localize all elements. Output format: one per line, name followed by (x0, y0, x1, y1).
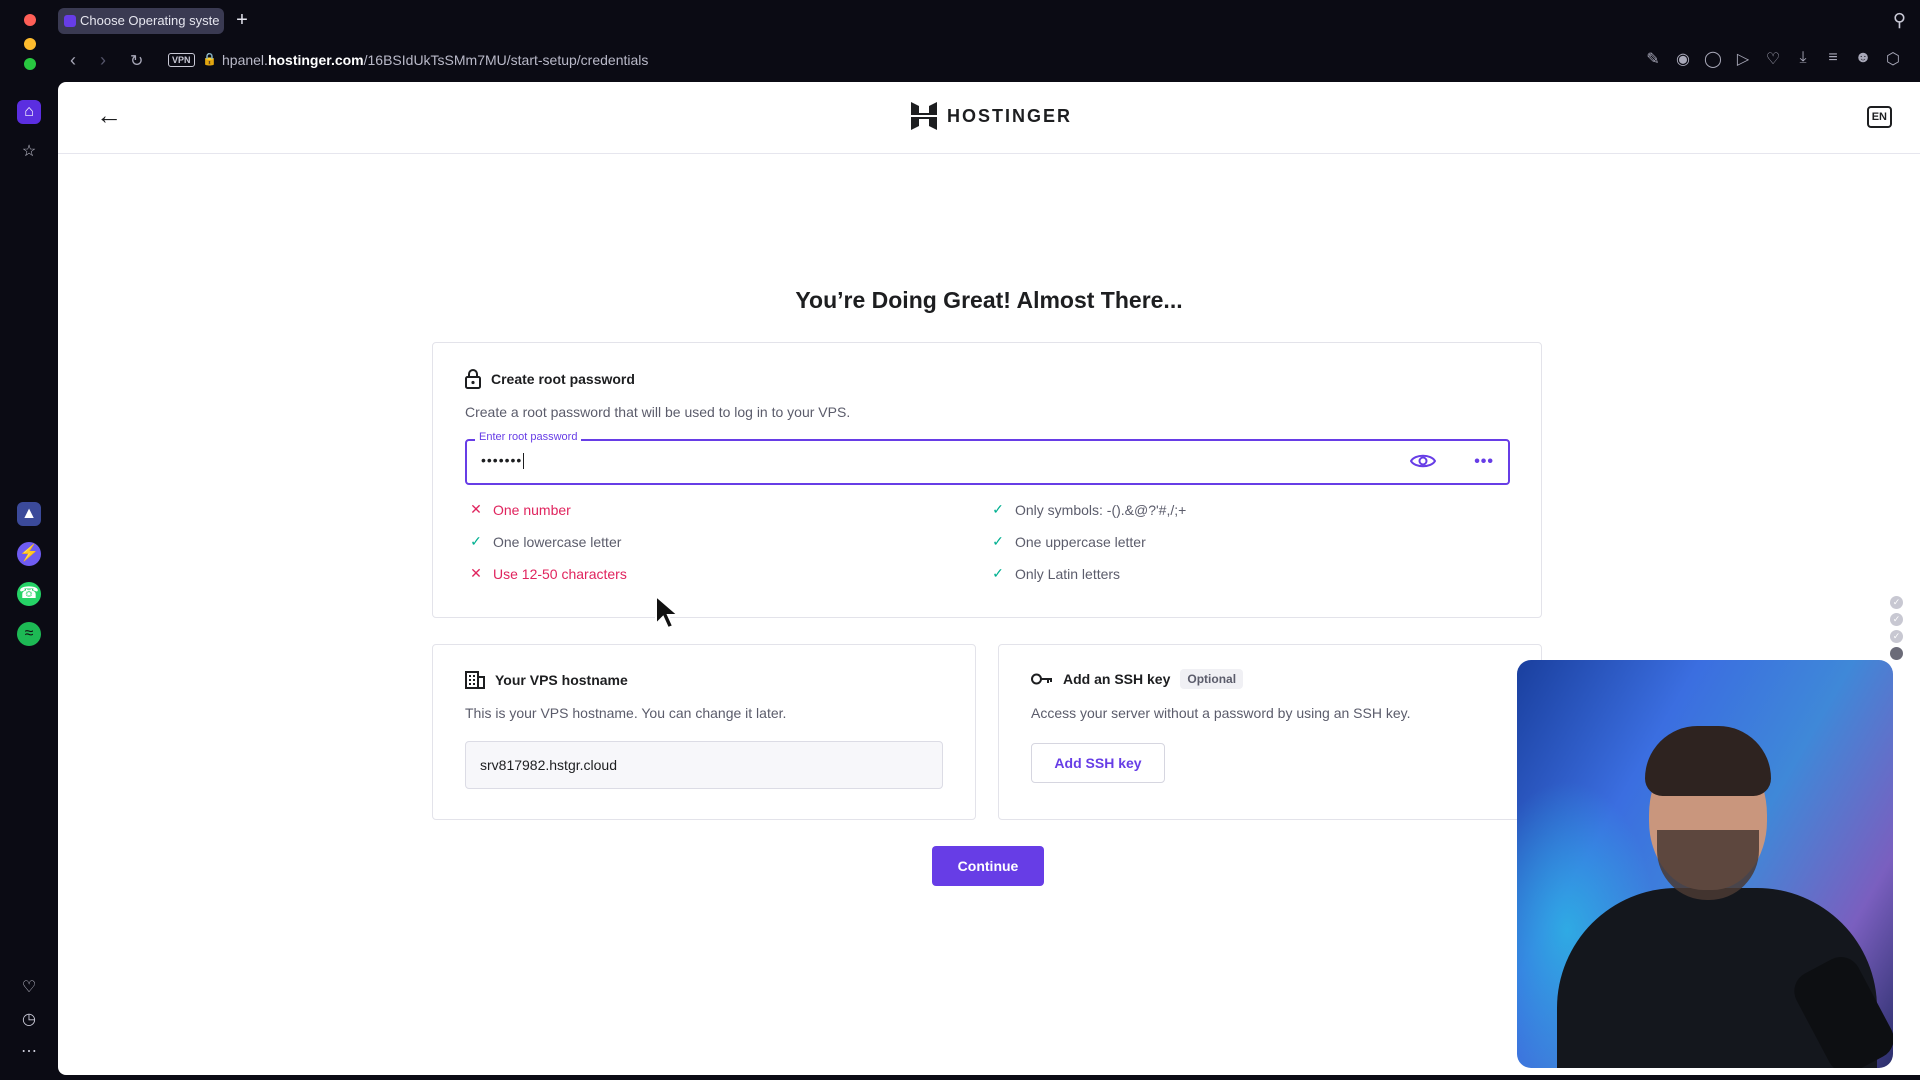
step-complete-icon: ✓ (1890, 613, 1903, 626)
x-icon: ✕ (470, 565, 482, 581)
messenger-icon[interactable]: ⚡ (17, 542, 41, 566)
rule-text: One uppercase letter (1015, 533, 1146, 550)
step-complete-icon: ✓ (1890, 596, 1903, 609)
rule-text: Only Latin letters (1015, 565, 1121, 582)
vps-hostname-card: Your VPS hostname This is your VPS hostn… (432, 644, 976, 820)
hostinger-logo-mark (911, 102, 937, 130)
history-clock-icon[interactable]: ◷ (17, 1008, 41, 1032)
root-password-value[interactable]: ••••••• (481, 452, 524, 469)
root-password-card-title: Create root password (465, 369, 635, 389)
generate-password-icon[interactable]: ••• (1474, 453, 1494, 471)
check-icon: ✓ (992, 565, 1004, 581)
app-icon[interactable]: ▲ (17, 502, 41, 526)
shield-icon[interactable]: ◯ (1704, 49, 1722, 69)
favorites-heart-icon[interactable]: ♡ (17, 976, 41, 1000)
close-window-button[interactable] (24, 14, 36, 26)
search-icon[interactable]: ⚲ (1893, 10, 1906, 31)
rule-text: One lowercase letter (493, 533, 622, 550)
address-bar-row: ‹ › ↻ VPN 🔒 hpanel.hostinger.com/16BSIdU… (58, 40, 1920, 82)
continue-button[interactable]: Continue (932, 846, 1044, 886)
browser-titlebar: Choose Operating syste + ⚲ (0, 0, 1920, 40)
ssh-key-card-title: Add an SSH key Optional (1031, 669, 1244, 689)
root-password-title-text: Create root password (491, 371, 635, 387)
key-icon (1031, 673, 1052, 685)
progress-steps: ✓ ✓ ✓ (1890, 596, 1903, 660)
browser-toolbar-icons: ✎ ◉ ◯ ▷ ♡ ⤓ ≡ ☻ ⬡ (1644, 49, 1902, 69)
reload-icon[interactable]: ↻ (130, 51, 143, 71)
rule-one-uppercase: ✓ One uppercase letter (991, 533, 1146, 550)
vps-hostname-description: This is your VPS hostname. You can chang… (465, 705, 787, 721)
root-password-description: Create a root password that will be used… (465, 404, 851, 420)
secure-lock-icon: 🔒 (202, 52, 217, 66)
more-icon[interactable]: ⋯ (17, 1040, 41, 1064)
rule-text: Only symbols: -().&@?'#,/;+ (1015, 501, 1187, 518)
webcam-overlay (1517, 660, 1893, 1068)
rule-one-number: ✕ One number (469, 501, 571, 518)
x-icon: ✕ (470, 501, 482, 517)
play-icon[interactable]: ▷ (1734, 49, 1752, 69)
star-icon[interactable]: ☆ (17, 140, 41, 164)
vps-hostname-title-text: Your VPS hostname (495, 672, 628, 688)
lock-icon (465, 369, 481, 389)
check-icon: ✓ (992, 501, 1004, 517)
step-complete-icon: ✓ (1890, 630, 1903, 643)
hostinger-logo: HOSTINGER (911, 102, 1072, 130)
tab-favicon-icon (64, 15, 76, 27)
rule-length: ✕ Use 12-50 characters (469, 565, 627, 582)
vpn-badge[interactable]: VPN (168, 53, 195, 67)
back-nav-icon[interactable]: ‹ (70, 50, 76, 71)
check-icon: ✓ (470, 533, 482, 549)
building-icon (465, 671, 485, 689)
brand-name: HOSTINGER (947, 105, 1073, 126)
add-ssh-key-button[interactable]: Add SSH key (1031, 743, 1165, 783)
new-tab-button[interactable]: + (232, 10, 252, 31)
check-icon: ✓ (992, 533, 1004, 549)
rule-latin-letters: ✓ Only Latin letters (991, 565, 1120, 582)
rule-only-symbols: ✓ Only symbols: -().&@?'#,/;+ (991, 501, 1186, 518)
maximize-window-button[interactable] (24, 58, 36, 70)
root-password-input[interactable]: Enter root password ••••••• ••• (465, 431, 1510, 485)
minimize-window-button[interactable] (24, 38, 36, 50)
whatsapp-icon[interactable]: ☎ (17, 582, 41, 606)
page-header: ← HOSTINGER EN (58, 82, 1920, 154)
menu-icon[interactable]: ≡ (1824, 49, 1842, 69)
browser-tab[interactable]: Choose Operating syste (58, 8, 224, 34)
step-current-icon (1890, 647, 1903, 660)
home-icon[interactable]: ⌂ (17, 100, 41, 124)
root-password-label: Enter root password (475, 431, 582, 443)
heart-icon[interactable]: ♡ (1764, 49, 1782, 69)
url-path: /16BSIdUkTsSMm7MU/start-setup/credential… (363, 52, 649, 68)
camera-icon[interactable]: ◉ (1674, 49, 1692, 69)
mouse-cursor-icon (655, 594, 680, 630)
rule-text: One number (493, 501, 571, 518)
spotify-icon[interactable]: ≈ (17, 622, 41, 646)
profile-icon[interactable]: ☻ (1854, 49, 1872, 69)
ssh-key-card: Add an SSH key Optional Access your serv… (998, 644, 1542, 820)
rule-one-lowercase: ✓ One lowercase letter (469, 533, 621, 550)
optional-badge: Optional (1180, 669, 1244, 689)
back-arrow-icon[interactable]: ← (96, 100, 122, 131)
vps-hostname-card-title: Your VPS hostname (465, 671, 628, 689)
forward-nav-icon[interactable]: › (100, 50, 106, 71)
edit-icon[interactable]: ✎ (1644, 49, 1662, 69)
browser-sidebar: ⌂ ☆ ▲ ⚡ ☎ ≈ ♡ ◷ ⋯ (0, 38, 58, 1080)
url-domain: hostinger.com (267, 52, 364, 68)
ssh-key-description: Access your server without a password by… (1031, 705, 1411, 721)
url-field[interactable]: hpanel.hostinger.com/16BSIdUkTsSMm7MU/st… (222, 52, 648, 68)
tab-title: Choose Operating syste (80, 13, 220, 28)
rule-text: Use 12-50 characters (493, 565, 627, 582)
show-password-eye-icon[interactable] (1410, 451, 1436, 471)
root-password-card: Create root password Create a root passw… (432, 342, 1542, 618)
ssh-key-title-text: Add an SSH key (1063, 671, 1171, 687)
download-icon[interactable]: ⤓ (1794, 49, 1812, 69)
extensions-icon[interactable]: ⬡ (1884, 49, 1902, 69)
hostname-input[interactable]: srv817982.hstgr.cloud (465, 741, 943, 789)
page-title: You’re Doing Great! Almost There... (795, 287, 1183, 313)
language-selector[interactable]: EN (1866, 106, 1892, 128)
url-prefix: hpanel. (222, 52, 268, 68)
